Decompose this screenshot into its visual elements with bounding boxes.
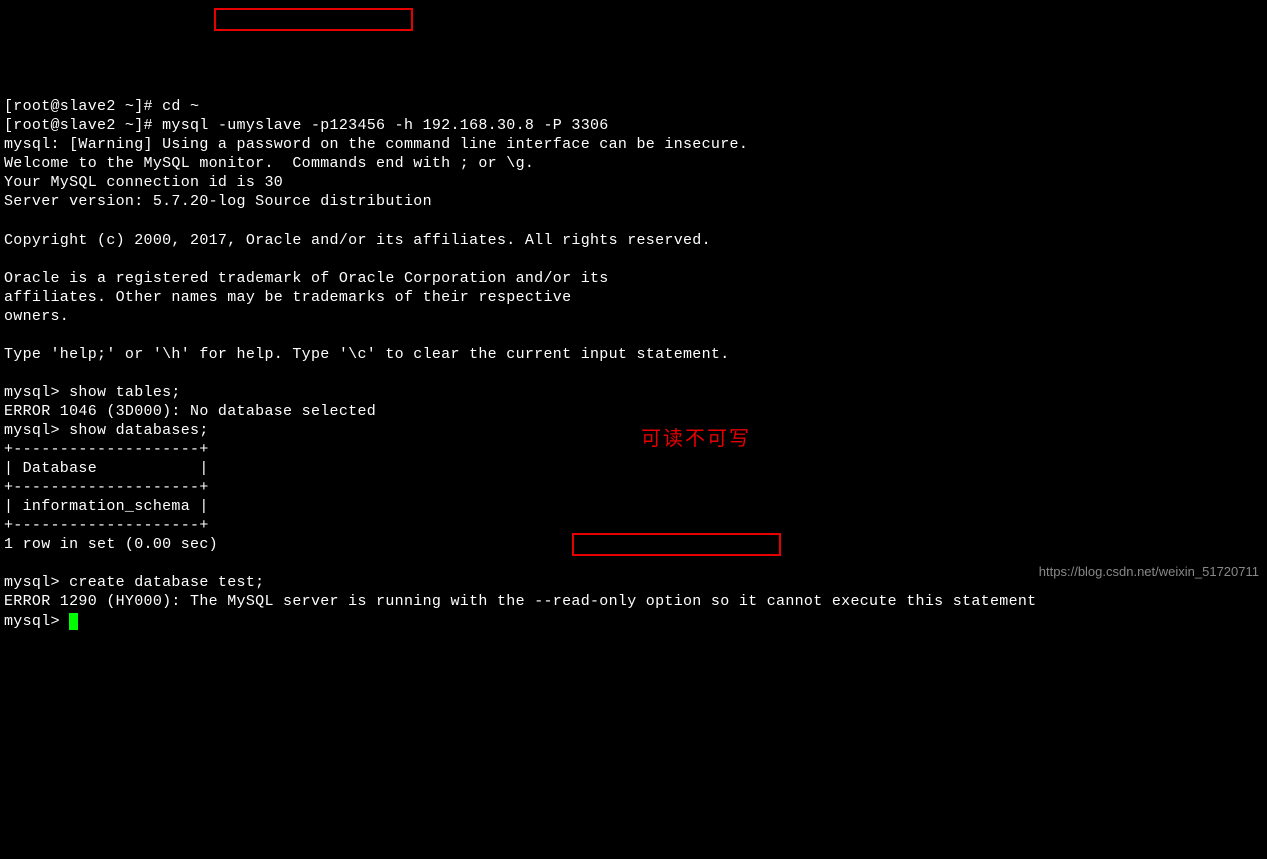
terminal-line-16: ERROR 1046 (3D000): No database selected: [4, 403, 376, 420]
terminal-line-19: | Database |: [4, 460, 209, 477]
terminal-line-13: Type 'help;' or '\h' for help. Type '\c'…: [4, 346, 730, 363]
terminal-output: [root@slave2 ~]# cd ~ [root@slave2 ~]# m…: [4, 78, 1263, 630]
terminal-line-15: mysql> show tables;: [4, 384, 181, 401]
error-suffix: o it cannot execute this statement: [720, 593, 1036, 610]
terminal-line-17: mysql> show databases;: [4, 422, 209, 439]
terminal-line-26: ERROR 1290 (HY000): The MySQL server is …: [4, 593, 1036, 610]
annotation-label: 可读不可写: [641, 427, 751, 452]
terminal-line-1: [root@slave2 ~]# mysql -umyslave -p12345…: [4, 117, 609, 134]
cmd-credentials: -umyslave -p123456: [218, 117, 395, 134]
error-option: --read-only option s: [534, 593, 720, 610]
cursor-icon: [69, 613, 78, 630]
terminal-line-4: Your MySQL connection id is 30: [4, 174, 283, 191]
terminal-line-18: +--------------------+: [4, 441, 209, 458]
terminal-line-27[interactable]: mysql>: [4, 613, 78, 630]
terminal-line-2: mysql: [Warning] Using a password on the…: [4, 136, 748, 153]
terminal-line-9: Oracle is a registered trademark of Orac…: [4, 270, 609, 287]
terminal-line-3: Welcome to the MySQL monitor. Commands e…: [4, 155, 534, 172]
terminal-line-0: [root@slave2 ~]# cd ~: [4, 98, 199, 115]
mysql-prompt: mysql>: [4, 613, 69, 630]
cmd-suffix: -h 192.168.30.8 -P 3306: [395, 117, 609, 134]
error-prefix: ERROR 1290 (HY000): The MySQL server is …: [4, 593, 534, 610]
credentials-highlight-box: [214, 8, 413, 31]
terminal-line-7: Copyright (c) 2000, 2017, Oracle and/or …: [4, 232, 711, 249]
terminal-line-20: +--------------------+: [4, 479, 209, 496]
terminal-line-25: mysql> create database test;: [4, 574, 264, 591]
watermark-text: https://blog.csdn.net/weixin_51720711: [1039, 564, 1259, 581]
terminal-line-10: affiliates. Other names may be trademark…: [4, 289, 571, 306]
terminal-line-5: Server version: 5.7.20-log Source distri…: [4, 193, 432, 210]
terminal-line-11: owners.: [4, 308, 69, 325]
terminal-line-23: 1 row in set (0.00 sec): [4, 536, 218, 553]
terminal-line-21: | information_schema |: [4, 498, 209, 515]
cmd-prefix: [root@slave2 ~]# mysql: [4, 117, 218, 134]
terminal-line-22: +--------------------+: [4, 517, 209, 534]
